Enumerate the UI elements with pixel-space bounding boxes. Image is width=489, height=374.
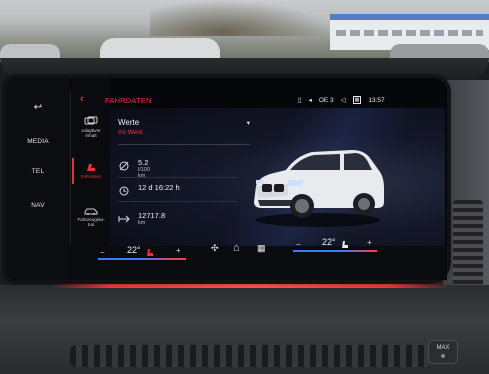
right-temperature[interactable]: 22° — [322, 237, 336, 247]
apps-grid-icon[interactable]: ▦ — [257, 243, 266, 254]
subnav-label: tus — [87, 222, 95, 228]
chevron-left-icon[interactable]: ‹ — [80, 93, 84, 105]
dropdown-value: Ab Werk — [118, 129, 143, 136]
dashboard-side — [443, 80, 489, 300]
trees — [150, 0, 330, 36]
chevron-down-icon: ▾ — [246, 120, 250, 127]
left-temp-up-button[interactable]: + — [176, 246, 181, 255]
ambient-light-strip — [50, 282, 450, 288]
consumption-icon — [119, 161, 129, 171]
rail-item-media[interactable]: MEDIA — [6, 138, 70, 145]
subnav-item-vehicle-status[interactable]: Fahrzeugsta- tus — [72, 205, 110, 228]
navigation-arrow-icon: ◂ — [308, 97, 312, 104]
left-seat-heating-icon[interactable] — [145, 247, 155, 257]
time-value: 12 d 16:22 h — [138, 183, 180, 192]
home-icon[interactable]: ⌂ — [233, 242, 240, 254]
divider — [118, 177, 238, 178]
radio-station: OE 3 — [318, 96, 334, 104]
subnav-label: Fahrdaten — [80, 174, 102, 179]
divider — [118, 201, 238, 202]
dashboard-top — [0, 58, 489, 80]
subnav-label: Adaptiver — [81, 128, 101, 133]
left-temperature-bar — [98, 258, 186, 260]
dropdown-label: Werte — [118, 118, 140, 127]
clock: 13:57 — [368, 96, 385, 104]
max-label: MAX — [436, 345, 450, 351]
values-dropdown[interactable]: Werte Ab Werk ▾ — [118, 118, 250, 145]
seat-icon — [87, 164, 95, 171]
fan-icon[interactable]: ✣ — [211, 243, 219, 254]
rail-item-nav[interactable]: NAV — [6, 202, 70, 209]
adaptive-content-icon — [84, 116, 98, 125]
subnav-item-driving-data[interactable]: Fahrdaten — [72, 162, 110, 179]
page-title: FAHRDATEN — [105, 96, 152, 105]
right-temp-down-button[interactable]: − — [296, 240, 301, 249]
max-defrost-button[interactable]: MAX ❄ — [428, 340, 458, 364]
status-bar: ▯ ◂ OE 3 ◁ ▦ 13:57 — [298, 94, 385, 106]
subnav-item-adaptive-content[interactable]: Adaptiver Inhalt — [72, 116, 110, 139]
vehicle-image — [254, 150, 384, 227]
right-seat-heating-icon[interactable] — [340, 239, 350, 249]
left-temperature[interactable]: 22° — [127, 245, 141, 255]
subnav-label: Inhalt — [85, 133, 97, 139]
notification-icon: ▦ — [352, 96, 362, 104]
distance-icon — [118, 215, 130, 223]
phone-icon: ▯ — [298, 97, 302, 104]
left-temp-down-button[interactable]: − — [100, 248, 105, 257]
back-icon[interactable]: ↩ — [6, 102, 70, 113]
subnav-label: Fahrzeugsta- — [77, 217, 105, 222]
distance-unit: km — [138, 220, 146, 226]
rail-item-tel[interactable]: TEL — [6, 168, 70, 175]
fuel-value: 5.2 — [138, 158, 149, 167]
rail-divider — [70, 90, 71, 270]
clock-icon — [119, 186, 129, 196]
distance-value: 12717.8 — [138, 211, 166, 220]
snowflake-icon: ❄ — [440, 354, 446, 360]
center-air-vent — [70, 345, 430, 367]
car-status-icon — [84, 208, 98, 215]
right-temp-up-button[interactable]: + — [367, 238, 372, 247]
right-temperature-bar — [293, 250, 377, 252]
speaker-icon: ◁ — [340, 97, 346, 104]
